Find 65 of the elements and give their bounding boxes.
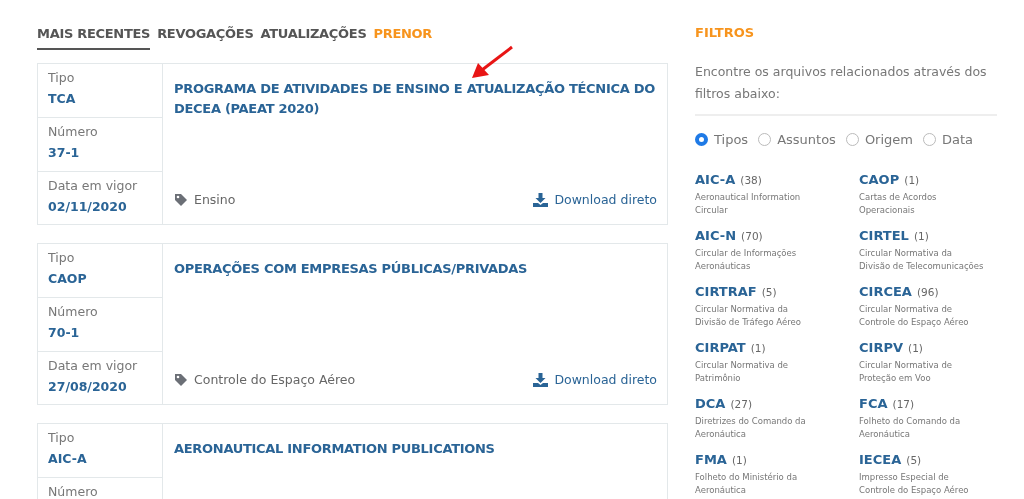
type-description: Circular Normativa de Controle do Espaço Aéreo bbox=[859, 303, 970, 330]
type-link[interactable]: FMA (1) bbox=[695, 449, 747, 469]
radio-label: Origem bbox=[864, 130, 913, 149]
type-link[interactable]: AIC-A (38) bbox=[695, 169, 762, 189]
download-icon bbox=[533, 193, 549, 208]
field-label: Tipo bbox=[48, 428, 76, 447]
tag-label: Controle do Espaço Aéreo bbox=[194, 370, 356, 389]
type-description: Circular Normativa de Patrimônio bbox=[695, 359, 790, 386]
type-link[interactable]: DCA (27) bbox=[695, 393, 753, 413]
download-icon bbox=[533, 373, 549, 388]
tag-icon bbox=[174, 373, 188, 388]
radio-label: Data bbox=[942, 130, 974, 149]
type-link[interactable]: FCA (17) bbox=[859, 393, 915, 413]
document-title[interactable]: AERONAUTICAL INFORMATION PUBLICATIONS bbox=[174, 438, 657, 459]
download-link[interactable]: Download direto bbox=[533, 190, 657, 210]
filters-title: FILTROS bbox=[695, 25, 756, 41]
radio-option[interactable]: Data bbox=[923, 129, 974, 150]
type-link[interactable]: CIRTRAF (5) bbox=[695, 281, 777, 301]
type-link[interactable]: CIRTEL (1) bbox=[859, 225, 929, 245]
filters-description: Encontre os arquivos relacionados através dos filtros abaixo: bbox=[695, 60, 997, 116]
field-label: Data em vigor bbox=[48, 176, 139, 195]
tab[interactable]: MAIS RECENTES bbox=[37, 22, 151, 50]
field-label: Número bbox=[48, 122, 99, 141]
tag-icon bbox=[174, 193, 188, 208]
radio-option[interactable]: Tipos bbox=[695, 129, 749, 150]
type-link[interactable]: IECEA (5) bbox=[859, 449, 922, 469]
field-label: Número bbox=[48, 302, 99, 321]
type-description: Circular Normativa da Divisão de Telecomunicações bbox=[859, 247, 984, 274]
type-description: Circular de Informações Aeronáuticas bbox=[695, 247, 798, 274]
tab[interactable]: ATUALIZAÇÕES bbox=[260, 22, 367, 50]
field-value: 27/08/2020 bbox=[48, 378, 128, 397]
type-description: Diretrizes do Comando da Aeronáutica bbox=[695, 415, 807, 442]
tag-label: Ensino bbox=[194, 190, 236, 209]
type-link[interactable]: CIRPAT (1) bbox=[695, 337, 766, 357]
type-description: Folheto do Ministério da Aeronáutica bbox=[695, 471, 799, 498]
type-description: Circular Normativa de Proteção em Voo bbox=[859, 359, 954, 386]
field-value: 37-1 bbox=[48, 144, 81, 163]
field-value: 70-1 bbox=[48, 324, 81, 343]
radio-option[interactable]: Origem bbox=[845, 129, 913, 150]
field-label: Número bbox=[48, 482, 99, 499]
annotation-arrow bbox=[470, 44, 515, 81]
type-description: Impresso Especial de Controle do Espaço Aéreo bbox=[859, 471, 970, 498]
field-value: 02/11/2020 bbox=[48, 198, 128, 217]
field-label: Data em vigor bbox=[48, 356, 139, 375]
type-description: Aeronautical Information Circular bbox=[695, 191, 802, 218]
type-description: Circular Normativa da Divisão de Tráfego Aéreo bbox=[695, 303, 802, 330]
radio-label: Assuntos bbox=[777, 130, 836, 149]
download-link[interactable]: Download direto bbox=[533, 370, 657, 390]
field-label: Tipo bbox=[48, 68, 76, 87]
document-title[interactable]: OPERAÇÕES COM EMPRESAS PÚBLICAS/PRIVADAS bbox=[174, 258, 657, 279]
field-value: CAOP bbox=[48, 270, 88, 289]
type-description: Cartas de Acordos Operacionais bbox=[859, 191, 938, 218]
type-link[interactable]: CIRCEA (96) bbox=[859, 281, 939, 301]
radio-label: Tipos bbox=[714, 130, 749, 149]
type-link[interactable]: CIRPV (1) bbox=[859, 337, 923, 357]
document-title[interactable]: PROGRAMA DE ATIVIDADES DE ENSINO E ATUALIZAÇÃO TÉCNICA DO DECEA (PAEAT 2020) bbox=[174, 78, 657, 119]
tab[interactable]: REVOGAÇÕES bbox=[157, 22, 254, 50]
radio-option[interactable]: Assuntos bbox=[758, 129, 836, 150]
field-value: AIC-A bbox=[48, 450, 88, 469]
field-value: TCA bbox=[48, 90, 77, 109]
type-description: Folheto do Comando da Aeronáutica bbox=[859, 415, 962, 442]
type-link[interactable]: AIC-N (70) bbox=[695, 225, 763, 245]
radio-button[interactable] bbox=[695, 132, 708, 146]
field-label: Tipo bbox=[48, 248, 76, 267]
type-link[interactable]: CAOP (1) bbox=[859, 169, 920, 189]
